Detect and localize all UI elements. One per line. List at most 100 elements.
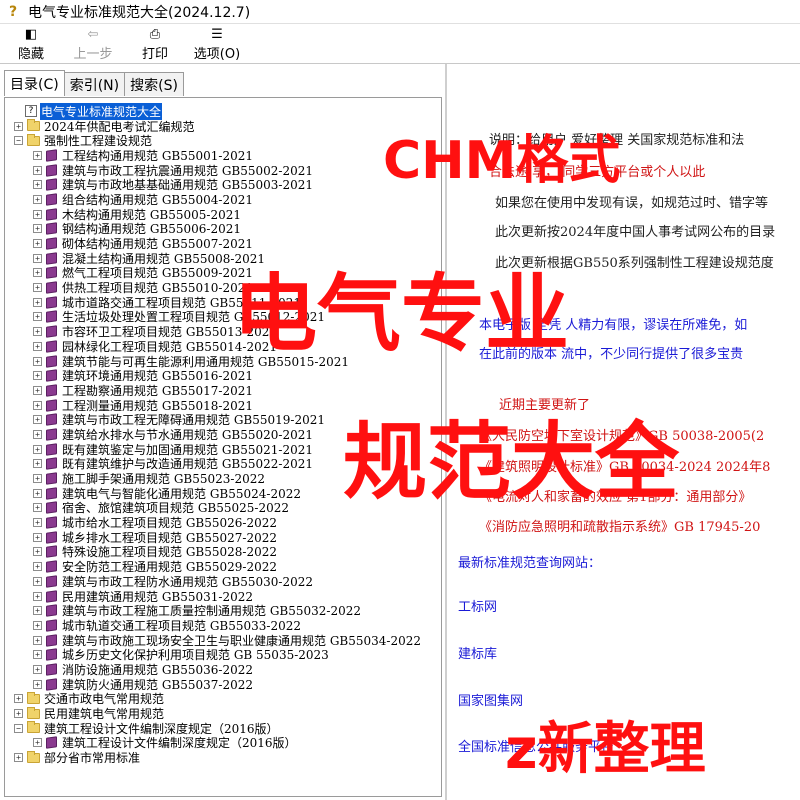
expand-icon[interactable]: + (33, 576, 42, 586)
tree-book-item[interactable]: + 木结构通用规范 GB55005-2021 (5, 207, 441, 222)
expand-icon[interactable]: + (33, 341, 42, 351)
tree-book-item[interactable]: + 工程结构通用规范 GB55001-2021 (5, 148, 441, 163)
expand-icon[interactable]: + (33, 385, 42, 395)
expand-icon[interactable]: + (33, 415, 42, 425)
tree-book-item[interactable]: + 建筑工程设计文件编制深度规定（2016版） (5, 736, 441, 750)
standards-site-link[interactable]: 建标库 (458, 643, 497, 662)
tree-book-item[interactable]: + 组合结构通用规范 GB55004-2021 (5, 192, 441, 207)
standards-site-link[interactable]: 国家图集网 (458, 690, 523, 709)
title-bar: ? 电气专业标准规范大全(2024.12.7) (0, 0, 800, 24)
expand-icon[interactable]: + (33, 371, 42, 381)
tree-book-item[interactable]: + 民用建筑通用规范 GB55031-2022 (5, 589, 441, 604)
tab-contents[interactable]: 目录(C) (4, 70, 65, 96)
tree-folder-item[interactable]: − 建筑工程设计文件编制深度规定（2016版） (5, 721, 441, 736)
expand-icon[interactable]: + (33, 679, 42, 689)
tree-folder-item[interactable]: +2024年供配电考试汇编规范 (5, 119, 441, 134)
expand-icon[interactable]: + (33, 400, 42, 410)
book-icon (46, 501, 57, 515)
folder-icon (27, 706, 40, 719)
expand-icon[interactable]: + (33, 312, 42, 322)
expand-icon[interactable]: + (14, 709, 23, 719)
hide-button[interactable]: ◧ 隐藏 (0, 24, 62, 64)
book-icon (46, 619, 57, 632)
expand-icon[interactable]: + (33, 180, 42, 190)
options-button[interactable]: ☰ 选项(O) (186, 24, 248, 64)
expand-icon[interactable]: + (33, 474, 42, 484)
tree-book-item[interactable]: + 工程勘察通用规范 GB55017-2021 (5, 383, 441, 398)
expand-icon[interactable]: + (33, 650, 42, 660)
tree-folder-item[interactable]: + 部分省市常用标准 (5, 750, 441, 765)
expand-icon[interactable]: + (33, 591, 42, 601)
tree-folder-item[interactable]: + 民用建筑电气常用规范 (5, 706, 441, 721)
expand-icon[interactable]: + (33, 165, 42, 175)
print-button[interactable]: ⎙ 打印 (124, 24, 186, 64)
tree-book-item[interactable]: + 城市给水工程项目规范 GB55026-2022 (5, 515, 441, 530)
tree-book-item[interactable]: + 工程测量通用规范 GB55018-2021 (5, 398, 441, 413)
tree-book-item[interactable]: + 建筑与市政地基基础通用规范 GB55003-2021 (5, 177, 441, 192)
expand-icon[interactable]: + (33, 209, 42, 219)
expand-icon[interactable]: + (33, 268, 42, 278)
expand-icon[interactable]: + (33, 150, 42, 160)
book-icon (46, 384, 57, 397)
expand-icon[interactable]: + (33, 503, 42, 513)
expand-icon[interactable]: + (33, 664, 42, 674)
expand-icon[interactable]: + (33, 253, 42, 263)
collapse-icon[interactable]: − (14, 136, 23, 146)
expand-icon[interactable]: + (33, 635, 42, 645)
tree-book-item[interactable]: + 建筑与市政工程施工质量控制通用规范 GB55032-2022 (5, 603, 441, 618)
tree-book-item[interactable]: + 城乡历史文化保护利用项目规范 GB 55035-2023 (5, 647, 441, 662)
back-button[interactable]: ⇦ 上一步 (62, 24, 124, 64)
tree-book-item[interactable]: + 建筑防火通用规范 GB55037-2022 (5, 677, 441, 692)
window-title: 电气专业标准规范大全(2024.12.7) (28, 4, 251, 21)
tree-folder-item[interactable]: − 强制性工程建设规范 (5, 133, 441, 148)
book-icon (46, 237, 57, 250)
tree-book-item[interactable]: + 建筑与市政工程防水通用规范 GB55030-2022 (5, 574, 441, 589)
tab-search[interactable]: 搜索(S) (124, 72, 184, 96)
tree-book-item[interactable]: + 安全防范工程通用规范 GB55029-2022 (5, 559, 441, 574)
help-file-icon: ? (8, 3, 18, 20)
tree-book-item[interactable]: + 钢结构通用规范 GB55006-2021 (5, 222, 441, 236)
collapse-icon[interactable]: − (14, 723, 23, 733)
tree-book-item[interactable]: + 建筑与市政工程抗震通用规范 GB55002-2021 (5, 163, 441, 178)
tree-book-item[interactable]: + 消防设施通用规范 GB55036-2022 (5, 662, 441, 677)
book-icon (46, 251, 57, 265)
expand-icon[interactable]: + (33, 429, 42, 439)
tab-index[interactable]: 索引(N) (63, 72, 126, 96)
book-icon (46, 531, 57, 544)
expand-icon[interactable]: + (14, 753, 23, 763)
book-icon (46, 163, 57, 177)
expand-icon[interactable]: + (33, 518, 42, 528)
expand-icon[interactable]: + (33, 283, 42, 293)
tree-book-item[interactable]: + 建筑与市政施工现场安全卫生与职业健康通用规范 GB55034-2022 (5, 633, 441, 648)
expand-icon[interactable]: + (33, 459, 42, 469)
tree-book-item[interactable]: + 城市轨道交通工程项目规范 GB55033-2022 (5, 618, 441, 633)
tree-book-item[interactable]: + 建筑环境通用规范 GB55016-2021 (5, 368, 441, 383)
expand-icon[interactable]: + (33, 606, 42, 616)
expand-icon[interactable]: + (33, 297, 42, 307)
expand-icon[interactable]: + (33, 562, 42, 572)
expand-icon[interactable]: + (33, 224, 42, 234)
book-icon (46, 369, 57, 382)
expand-icon[interactable]: + (33, 620, 42, 630)
expand-icon[interactable]: + (33, 547, 42, 557)
tree-book-item[interactable]: + 特殊设施工程项目规范 GB55028-2022 (5, 545, 441, 559)
tree-book-item[interactable]: + 城乡排水工程项目规范 GB55027-2022 (5, 530, 441, 545)
tree-root-item[interactable]: ? 电气专业标准规范大全 (5, 102, 441, 120)
book-icon (46, 428, 57, 441)
book-icon (46, 222, 57, 236)
expand-icon[interactable]: + (33, 356, 42, 366)
standards-site-link[interactable]: 工标网 (458, 596, 497, 615)
expand-icon[interactable]: + (33, 738, 42, 748)
expand-icon[interactable]: + (14, 121, 23, 131)
expand-icon[interactable]: + (33, 444, 42, 454)
expand-icon[interactable]: + (33, 532, 42, 542)
tree-book-item[interactable]: + 砌体结构通用规范 GB55007-2021 (5, 236, 441, 251)
expand-icon[interactable]: + (33, 327, 42, 337)
tree-book-item[interactable]: + 混凝土结构通用规范 GB55008-2021 (5, 251, 441, 266)
tree-folder-item[interactable]: + 交通市政电气常用规范 (5, 691, 441, 706)
expand-icon[interactable]: + (14, 694, 23, 704)
options-label: 选项(O) (193, 47, 241, 62)
expand-icon[interactable]: + (33, 194, 42, 204)
expand-icon[interactable]: + (33, 239, 42, 249)
expand-icon[interactable]: + (33, 488, 42, 498)
